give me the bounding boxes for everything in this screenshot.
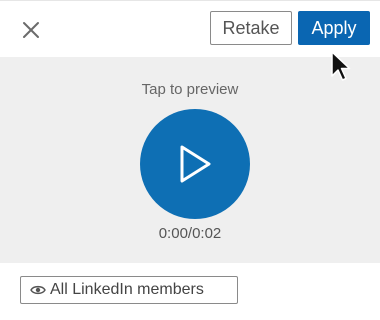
visibility-label: All LinkedIn members [50,281,204,298]
video-preview-area[interactable]: Tap to preview 0:00/0:02 [0,57,380,263]
visibility-button[interactable]: All LinkedIn members [20,276,238,304]
close-button[interactable] [18,17,44,43]
video-duration: 0:00/0:02 [158,225,222,242]
dialog-header: Retake Apply [0,1,380,57]
mouse-pointer [330,50,352,82]
video-review-dialog: Retake Apply Tap to preview 0:00/0:02 Al… [0,0,380,320]
tap-to-preview-hint: Tap to preview [141,81,239,98]
play-icon [177,144,213,184]
apply-button[interactable]: Apply [298,11,370,45]
retake-button[interactable]: Retake [210,11,292,45]
eye-icon [30,284,46,296]
close-icon [22,21,40,39]
play-button[interactable] [140,109,250,219]
